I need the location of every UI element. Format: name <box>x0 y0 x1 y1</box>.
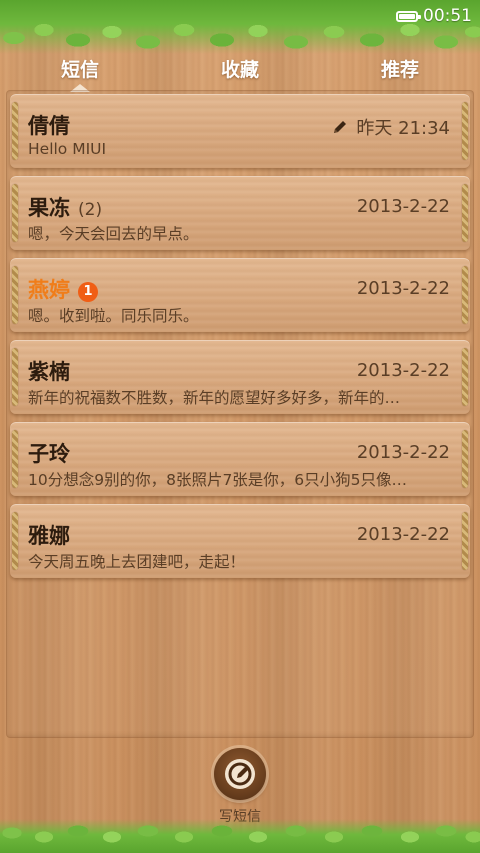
message-count: (2) <box>78 200 103 220</box>
contact-name: 紫楠 <box>28 360 70 384</box>
rope-decoration <box>462 430 468 488</box>
date-text: 2013-2-22 <box>356 278 450 299</box>
message-preview: 新年的祝福数不胜数，新年的愿望好多好多，新年的… <box>28 389 401 407</box>
compose-button[interactable] <box>214 748 266 800</box>
rope-decoration <box>462 348 468 406</box>
message-preview: Hello MIUI <box>28 140 107 158</box>
contact-name: 雅娜 <box>28 524 70 548</box>
battery-icon <box>396 10 421 22</box>
message-date: 2013-2-22 <box>357 196 450 217</box>
unread-badge: 1 <box>78 282 98 302</box>
tab-label: 收藏 <box>220 58 259 81</box>
tab-messages[interactable]: 短信 <box>0 46 160 92</box>
rope-decoration <box>12 184 18 242</box>
contact-name: 子玲 <box>28 442 70 466</box>
tab-label: 短信 <box>60 58 99 81</box>
leaf-border-bottom <box>0 819 480 853</box>
message-date: 2013-2-22 <box>357 524 450 545</box>
message-date: 2013-2-22 <box>357 442 450 463</box>
rope-decoration <box>12 430 18 488</box>
draft-pencil-icon <box>334 121 347 133</box>
conversation-item[interactable]: 倩倩 昨天 21:34 Hello MIUI <box>10 94 470 168</box>
message-preview: 嗯，今天会回去的早点。 <box>28 225 199 243</box>
rope-decoration <box>462 102 468 160</box>
status-time: 00:51 <box>423 6 472 26</box>
rope-decoration <box>12 102 18 160</box>
status-bar: 00:51 <box>396 6 472 26</box>
date-text: 昨天 21:34 <box>356 118 450 139</box>
message-date: 2013-2-22 <box>357 360 450 381</box>
tab-bar: 短信 收藏 推荐 <box>0 46 480 92</box>
date-text: 2013-2-22 <box>356 524 450 545</box>
message-preview: 10分想念9别的你，8张照片7张是你，6只小狗5只像… <box>28 471 408 489</box>
contact-name: 果冻 (2) <box>28 192 102 222</box>
message-preview: 嗯。收到啦。同乐同乐。 <box>28 307 199 325</box>
compose-icon <box>225 759 255 789</box>
contact-name-text: 果冻 <box>28 196 70 220</box>
contact-name-text: 燕婷 <box>28 278 70 302</box>
rope-decoration <box>462 512 468 570</box>
rope-decoration <box>12 512 18 570</box>
date-text: 2013-2-22 <box>356 196 450 217</box>
contact-name: 倩倩 <box>28 114 70 138</box>
rope-decoration <box>12 348 18 406</box>
message-date: 2013-2-22 <box>357 278 450 299</box>
contact-name: 燕婷 1 <box>28 274 98 304</box>
tab-favorites[interactable]: 收藏 <box>160 46 320 90</box>
tab-label: 推荐 <box>380 58 419 81</box>
rope-decoration <box>462 266 468 324</box>
date-text: 2013-2-22 <box>356 360 450 381</box>
rope-decoration <box>12 266 18 324</box>
conversation-item[interactable]: 子玲 2013-2-22 10分想念9别的你，8张照片7张是你，6只小狗5只像… <box>10 422 470 496</box>
rope-decoration <box>462 184 468 242</box>
tab-recommended[interactable]: 推荐 <box>320 46 480 90</box>
date-text: 2013-2-22 <box>356 442 450 463</box>
message-preview: 今天周五晚上去团建吧，走起！ <box>28 553 246 571</box>
conversation-item[interactable]: 紫楠 2013-2-22 新年的祝福数不胜数，新年的愿望好多好多，新年的… <box>10 340 470 414</box>
conversation-item[interactable]: 果冻 (2) 2013-2-22 嗯，今天会回去的早点。 <box>10 176 470 250</box>
conversation-list: 倩倩 昨天 21:34 Hello MIUI 果冻 (2) 2013-2-22 嗯… <box>10 94 470 586</box>
message-date: 昨天 21:34 <box>332 114 450 140</box>
conversation-item[interactable]: 雅娜 2013-2-22 今天周五晚上去团建吧，走起！ <box>10 504 470 578</box>
conversation-item[interactable]: 燕婷 1 2013-2-22 嗯。收到啦。同乐同乐。 <box>10 258 470 332</box>
